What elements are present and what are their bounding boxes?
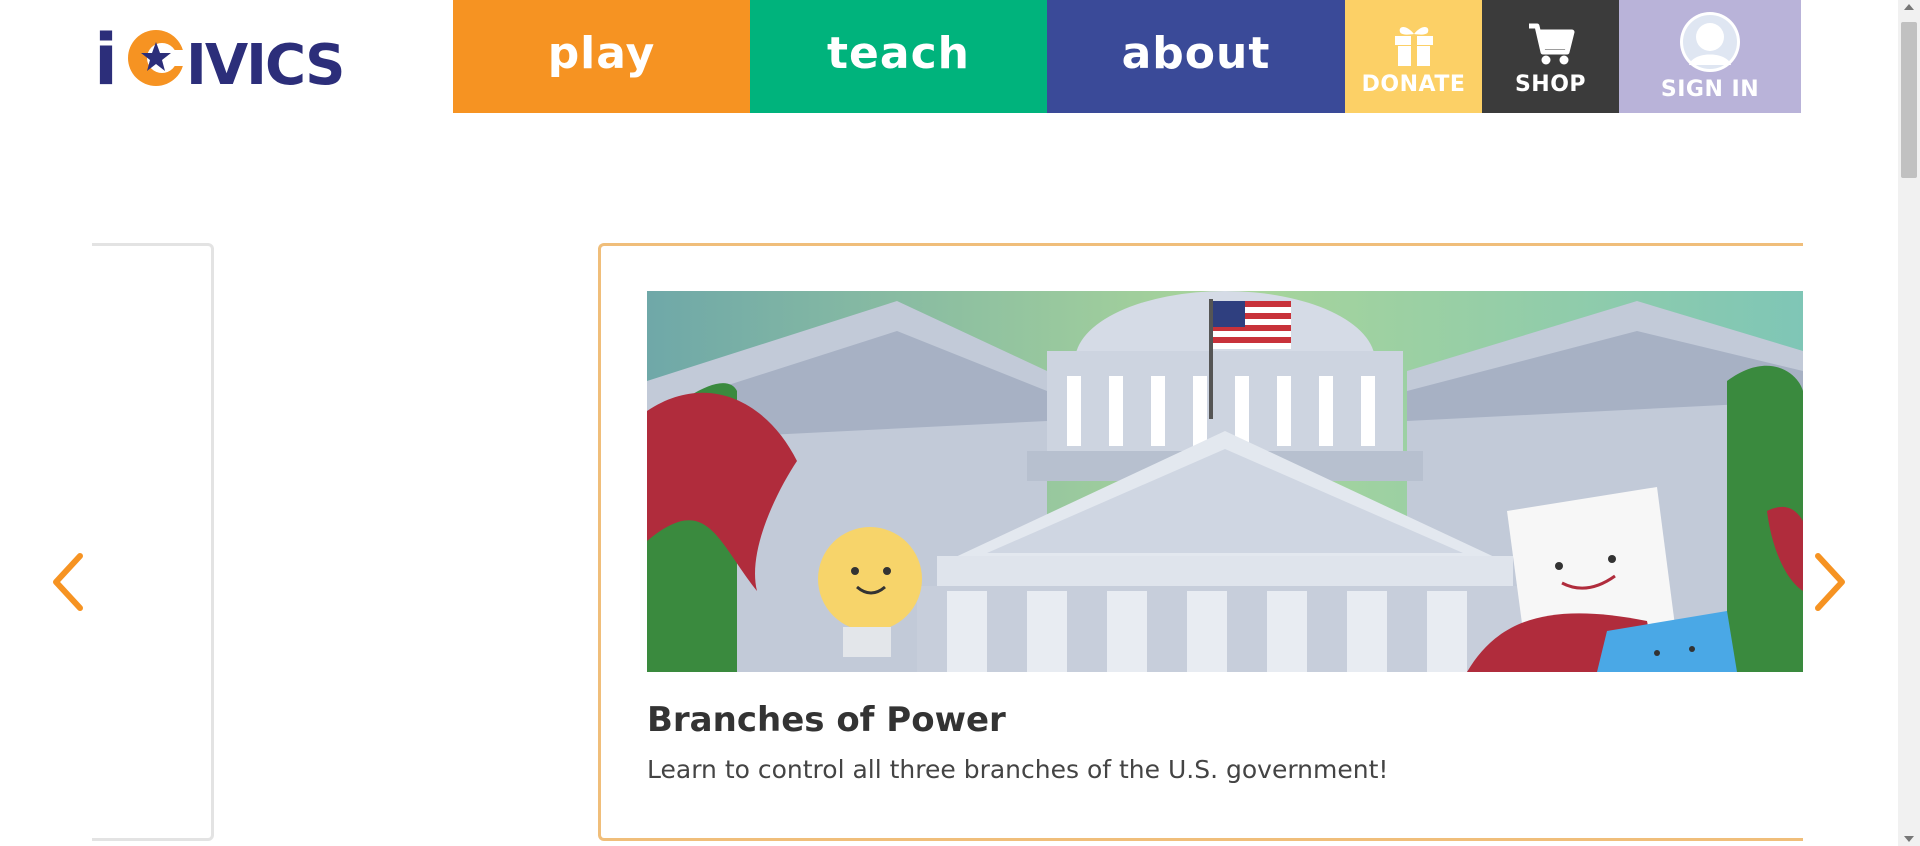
carousel-card-previous[interactable] bbox=[92, 243, 214, 841]
carousel-prev-button[interactable] bbox=[48, 550, 88, 614]
carousel: Branches of Power Learn to control all t… bbox=[0, 0, 1803, 846]
capitol-illustration bbox=[647, 291, 1803, 672]
chevron-right-icon bbox=[1815, 553, 1845, 611]
chevron-left-icon bbox=[53, 553, 83, 611]
card-title: Branches of Power bbox=[647, 700, 1006, 740]
scroll-down-arrow-icon[interactable] bbox=[1904, 836, 1914, 842]
page-scrollbar[interactable] bbox=[1898, 0, 1920, 846]
scrollbar-thumb[interactable] bbox=[1901, 22, 1917, 178]
card-description: Learn to control all three branches of t… bbox=[647, 755, 1389, 784]
scroll-up-arrow-icon[interactable] bbox=[1904, 4, 1914, 10]
carousel-next-button[interactable] bbox=[1810, 550, 1850, 614]
